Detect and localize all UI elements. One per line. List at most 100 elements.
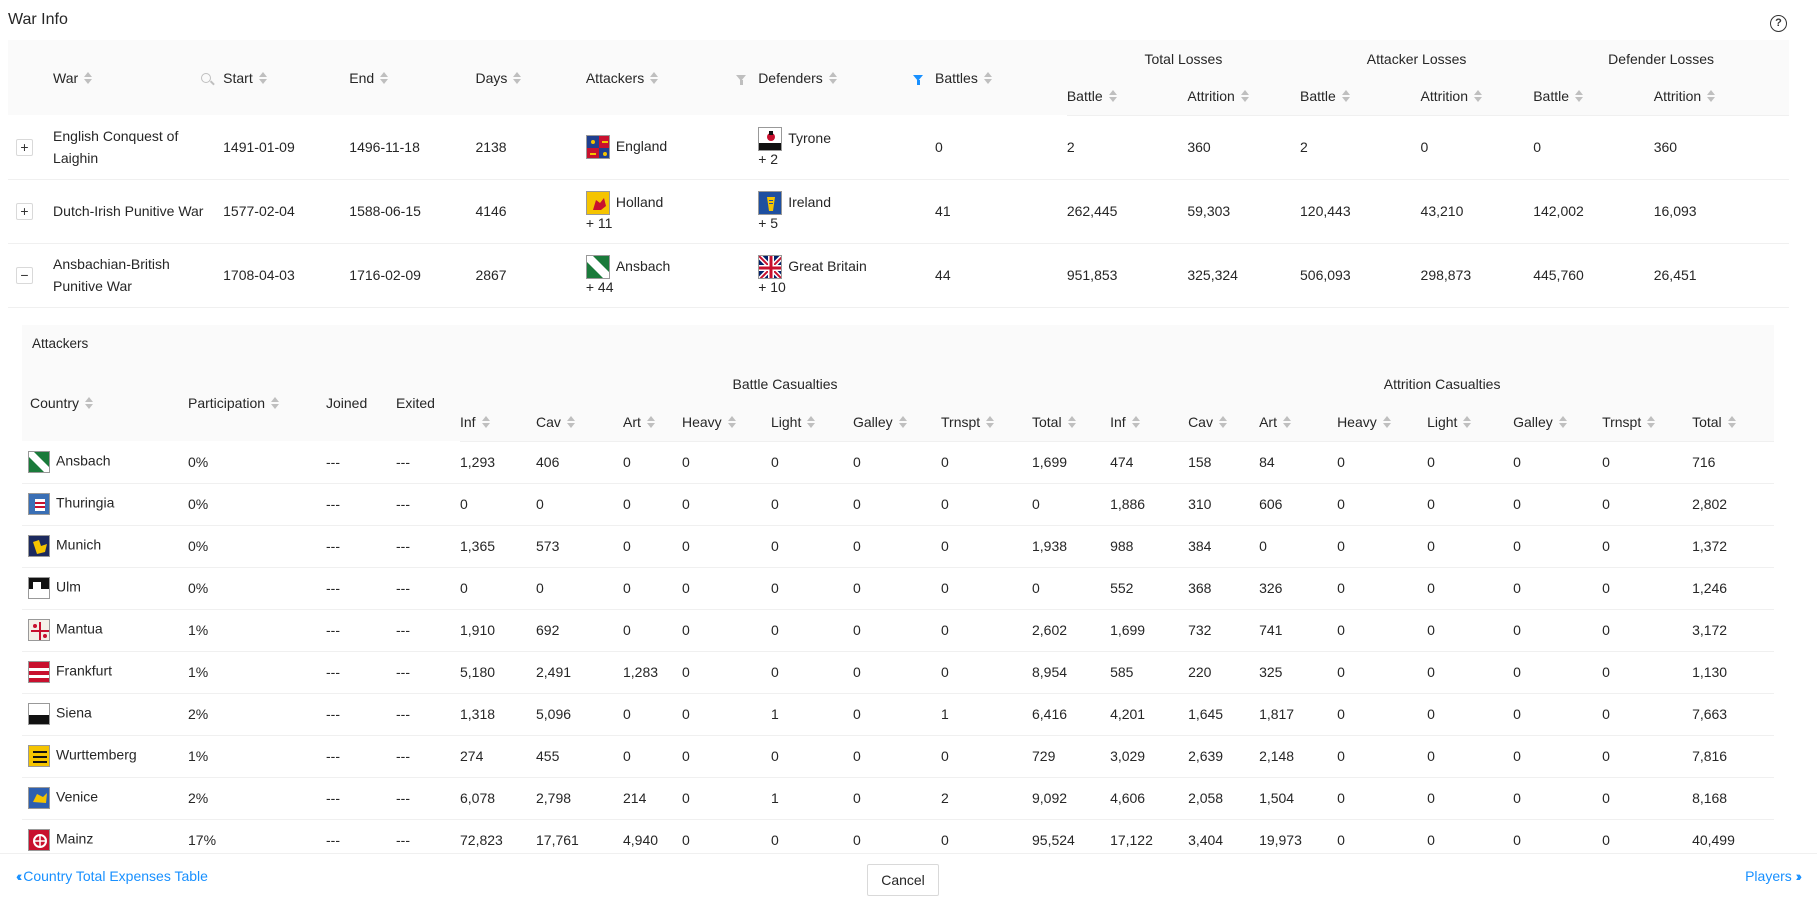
country-name[interactable]: Thuringia: [56, 495, 114, 511]
country-name[interactable]: Mainz: [56, 831, 93, 847]
defender-name[interactable]: Ireland: [788, 194, 831, 210]
col-attrition-cav[interactable]: Cav: [1188, 403, 1260, 442]
next-page-link[interactable]: Players ››: [1745, 868, 1802, 884]
sort-icon[interactable]: [650, 71, 659, 84]
col-battle-light[interactable]: Light: [771, 403, 853, 442]
sort-icon[interactable]: [1131, 415, 1140, 428]
sort-icon[interactable]: [1282, 415, 1291, 428]
sort-icon[interactable]: [84, 71, 93, 84]
defender-more[interactable]: + 5: [758, 215, 935, 231]
country-name[interactable]: Frankfurt: [56, 663, 112, 679]
sort-icon[interactable]: [380, 71, 389, 84]
table-row: Thuringia 0% --- --- 0 0 0 0 0 0 0 0 1,886 310 606 0 0 0 0…: [22, 483, 1774, 526]
col-battle-cav[interactable]: Cav: [536, 403, 623, 442]
country-name[interactable]: Ansbach: [56, 452, 110, 468]
sort-icon[interactable]: [1558, 415, 1567, 428]
col-start[interactable]: Start: [223, 40, 350, 115]
sort-icon[interactable]: [1707, 90, 1716, 103]
sort-icon[interactable]: [646, 415, 655, 428]
col-participation[interactable]: Participation: [188, 365, 326, 441]
prev-page-link[interactable]: ‹‹ Country Total Expenses Table: [16, 868, 208, 884]
attacker-name[interactable]: Holland: [616, 194, 663, 210]
col-battle-trnspt[interactable]: Trnspt: [941, 403, 1032, 442]
col-total-battle[interactable]: Battle: [1066, 78, 1188, 116]
sort-icon[interactable]: [1575, 90, 1584, 103]
venice-flag-icon: [28, 787, 50, 809]
col-war[interactable]: War: [53, 40, 224, 115]
country-name[interactable]: Munich: [56, 537, 101, 553]
col-battle-art[interactable]: Art: [623, 403, 682, 442]
exited: ---: [396, 567, 460, 610]
sort-icon[interactable]: [1727, 415, 1736, 428]
defender-more[interactable]: + 2: [758, 151, 935, 167]
col-battle-inf[interactable]: Inf: [460, 403, 536, 442]
battle-art: 0: [623, 609, 682, 652]
sort-icon[interactable]: [1341, 90, 1350, 103]
defender-name[interactable]: Tyrone: [788, 130, 831, 146]
col-defenders[interactable]: Defenders: [758, 40, 936, 115]
col-attacker-battle[interactable]: Battle: [1300, 78, 1421, 116]
col-attacker-attrition[interactable]: Attrition: [1420, 78, 1534, 116]
sort-icon[interactable]: [513, 71, 522, 84]
col-battle-heavy[interactable]: Heavy: [682, 403, 771, 442]
col-attrition-art[interactable]: Art: [1259, 403, 1338, 442]
sort-icon[interactable]: [1067, 415, 1076, 428]
col-attrition-galley[interactable]: Galley: [1513, 403, 1603, 442]
expand-row-button[interactable]: +: [16, 138, 33, 156]
col-attrition-inf[interactable]: Inf: [1110, 403, 1189, 442]
attacker-name[interactable]: Ansbach: [616, 258, 670, 274]
attrition-trnspt: 0: [1602, 693, 1693, 736]
attacker-more[interactable]: + 11: [586, 215, 758, 231]
col-days[interactable]: Days: [475, 40, 586, 115]
country-name[interactable]: Siena: [56, 705, 92, 721]
col-attrition-heavy[interactable]: Heavy: [1337, 403, 1428, 442]
col-defender-battle[interactable]: Battle: [1533, 78, 1654, 116]
col-defender-attrition[interactable]: Attrition: [1653, 78, 1789, 116]
country-name[interactable]: Mantua: [56, 621, 103, 637]
sort-icon[interactable]: [271, 397, 280, 409]
sort-icon[interactable]: [1218, 415, 1227, 428]
attrition-heavy: 0: [1337, 819, 1428, 853]
col-total-attrition[interactable]: Attrition: [1187, 78, 1301, 116]
attacker-name[interactable]: England: [616, 138, 667, 154]
sort-icon[interactable]: [566, 415, 575, 428]
participation: 1%: [188, 651, 326, 694]
col-country[interactable]: Country: [22, 365, 188, 441]
col-battle-galley[interactable]: Galley: [853, 403, 941, 442]
search-icon[interactable]: [201, 72, 212, 83]
sort-icon[interactable]: [983, 71, 992, 84]
sort-icon[interactable]: [1474, 90, 1483, 103]
sort-icon[interactable]: [1382, 415, 1391, 428]
sort-icon[interactable]: [828, 71, 837, 84]
country-name[interactable]: Ulm: [56, 579, 81, 595]
sort-icon[interactable]: [986, 415, 995, 428]
col-attrition-total[interactable]: Total: [1692, 403, 1774, 442]
sort-icon[interactable]: [727, 415, 736, 428]
expand-row-button[interactable]: +: [16, 203, 33, 220]
attacker-more[interactable]: + 44: [586, 279, 758, 295]
sort-icon[interactable]: [1240, 90, 1249, 103]
col-battle-total[interactable]: Total: [1032, 403, 1111, 442]
col-attrition-light[interactable]: Light: [1427, 403, 1514, 442]
col-attrition-trnspt[interactable]: Trnspt: [1602, 403, 1693, 442]
sort-icon[interactable]: [258, 71, 267, 84]
col-attackers[interactable]: Attackers: [585, 40, 759, 115]
filter-active-icon[interactable]: [913, 74, 924, 85]
sort-icon[interactable]: [85, 397, 94, 409]
defender-more[interactable]: + 10: [758, 279, 935, 295]
sort-icon[interactable]: [1463, 415, 1472, 428]
cancel-button[interactable]: Cancel: [867, 864, 939, 896]
col-end[interactable]: End: [349, 40, 476, 115]
country-name[interactable]: Venice: [56, 789, 98, 805]
sort-icon[interactable]: [481, 415, 490, 428]
help-icon[interactable]: ?: [1770, 15, 1787, 32]
sort-icon[interactable]: [1647, 415, 1656, 428]
country-name[interactable]: Wurttemberg: [56, 747, 137, 763]
filter-icon[interactable]: [736, 74, 747, 85]
sort-icon[interactable]: [1108, 90, 1117, 103]
sort-icon[interactable]: [807, 415, 816, 428]
defender-name[interactable]: Great Britain: [788, 258, 867, 274]
sort-icon[interactable]: [898, 415, 907, 428]
collapse-row-button[interactable]: −: [16, 267, 33, 284]
col-battles[interactable]: Battles: [935, 40, 1067, 115]
